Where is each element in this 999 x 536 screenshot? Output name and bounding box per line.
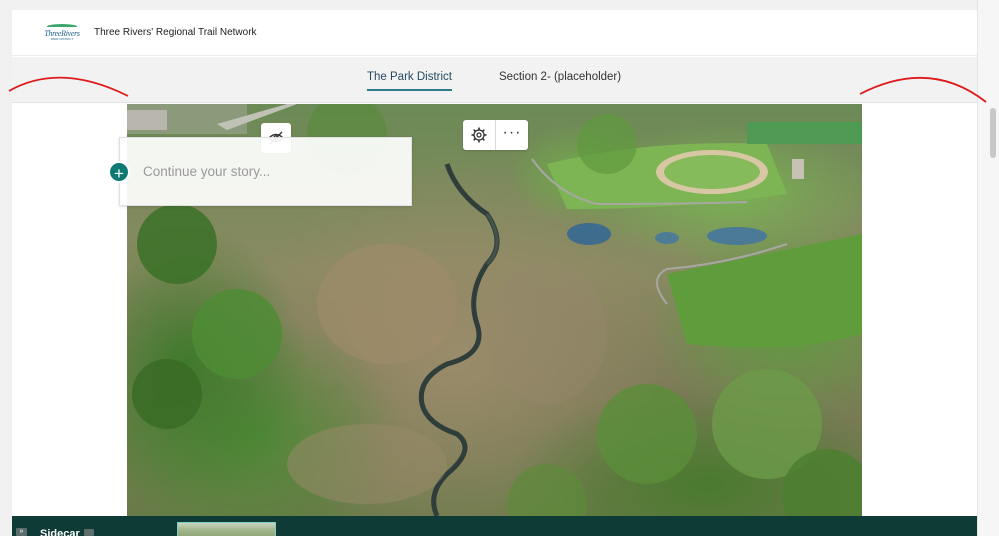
sidecar-label: Sidecar: [40, 528, 80, 536]
settings-button[interactable]: [463, 120, 495, 150]
more-dots-icon: ···: [502, 124, 522, 141]
page-scrollbar[interactable]: [977, 0, 999, 536]
more-options-button[interactable]: ···: [496, 120, 528, 150]
sidecar-options-chip[interactable]: [84, 529, 94, 536]
continue-story-card: [119, 137, 412, 206]
site-header: ThreeRivers PARK DISTRICT Three Rivers' …: [12, 10, 977, 56]
section-nav: The Park District Section 2- (placeholde…: [12, 57, 977, 103]
slide-thumbnail[interactable]: [177, 522, 276, 536]
tab-section-2[interactable]: Section 2- (placeholder): [499, 71, 621, 83]
scrollbar-thumb[interactable]: [990, 108, 996, 158]
logo-subtext: PARK DISTRICT: [50, 37, 74, 41]
sidecar-bar: » Sidecar: [12, 516, 977, 536]
site-title: Three Rivers' Regional Trail Network: [94, 27, 257, 38]
site-logo: ThreeRivers PARK DISTRICT: [42, 22, 82, 44]
story-builder: ThreeRivers PARK DISTRICT Three Rivers' …: [12, 10, 977, 536]
add-block-button[interactable]: +: [108, 161, 130, 183]
sidecar-toggle-button[interactable]: »: [16, 528, 27, 536]
block-toolbar: ···: [463, 120, 528, 150]
gear-icon: [471, 127, 487, 143]
plus-icon: +: [114, 164, 124, 183]
tab-the-park-district[interactable]: The Park District: [367, 71, 452, 91]
continue-story-input[interactable]: [143, 164, 393, 179]
